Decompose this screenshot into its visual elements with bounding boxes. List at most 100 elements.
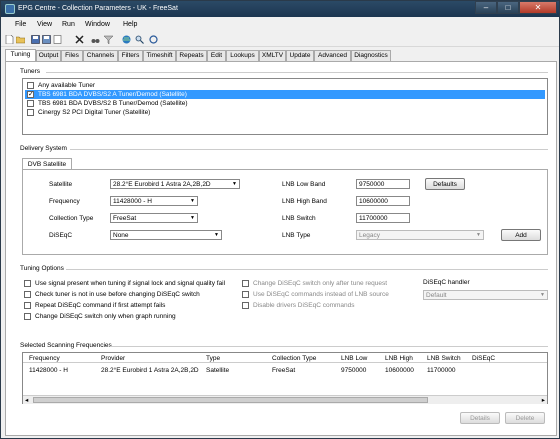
checkbox[interactable] (24, 280, 31, 287)
collection-type-select[interactable]: FreeSat ▼ (110, 213, 198, 223)
column-header[interactable]: LNB Low (341, 355, 367, 362)
title-bar[interactable]: EPG Centre - Collection Parameters - UK … (1, 1, 559, 17)
toolbar (1, 33, 559, 47)
checkbox[interactable] (242, 291, 249, 298)
tab-tuning[interactable]: Tuning (5, 49, 36, 61)
chevron-down-icon: ▼ (232, 181, 237, 187)
search-icon[interactable] (135, 35, 144, 44)
table-cell: 11700000 (427, 367, 456, 374)
scanning-table: Frequency Provider Type Collection Type … (22, 352, 548, 404)
lnb-switch-input[interactable]: 11700000 (356, 213, 410, 223)
tuner-item-selected[interactable]: TBS 6981 BDA DVBS/S2 A Tuner/Demod (Sate… (25, 90, 545, 99)
satellite-select[interactable]: 28.2°E Eurobird 1 Astra 2A,2B,2D ▼ (110, 179, 240, 189)
tuner-checkbox[interactable] (27, 82, 34, 89)
column-header[interactable]: Frequency (29, 355, 60, 362)
delivery-divider (70, 149, 548, 150)
refresh-icon[interactable] (149, 35, 158, 44)
globe-icon[interactable] (122, 35, 131, 44)
tuner-checkbox[interactable] (27, 109, 34, 116)
tab-advanced[interactable]: Advanced (314, 50, 351, 61)
defaults-button[interactable]: Defaults (425, 178, 465, 190)
scanning-divider (110, 346, 548, 347)
tab-output[interactable]: Output (36, 50, 61, 61)
tuner-item[interactable]: Any available Tuner (25, 81, 545, 90)
tab-lookups[interactable]: Lookups (226, 50, 259, 61)
menu-help[interactable]: Help (123, 21, 137, 28)
page-icon[interactable] (53, 35, 62, 44)
tuner-item[interactable]: Cinergy S2 PCI Digital Tuner (Satellite) (25, 108, 545, 117)
table-header: Frequency Provider Type Collection Type … (23, 353, 547, 363)
diseqc-select[interactable]: None ▼ (110, 230, 222, 240)
opt-label: Repeat DiSEqC command if first attempt f… (35, 302, 166, 309)
frequency-select[interactable]: 11428000 - H ▼ (110, 196, 198, 206)
lnb-high-label: LNB High Band (282, 198, 327, 205)
checkbox[interactable] (242, 302, 249, 309)
opt-label: Change DiSEqC switch only after tune req… (253, 280, 388, 287)
lnb-type-select[interactable]: Legacy ▼ (356, 230, 484, 240)
add-button[interactable]: Add (501, 229, 541, 241)
lnb-low-label: LNB Low Band (282, 181, 326, 188)
delete-icon[interactable] (75, 35, 84, 44)
details-button[interactable]: Details (460, 412, 500, 424)
save-as-icon[interactable] (42, 35, 51, 44)
tuning-options-divider (66, 269, 548, 270)
dvb-satellite-panel: Satellite 28.2°E Eurobird 1 Astra 2A,2B,… (22, 169, 548, 255)
tab-channels[interactable]: Channels (83, 50, 118, 61)
save-icon[interactable] (31, 35, 40, 44)
new-file-icon[interactable] (5, 35, 14, 44)
menu-window[interactable]: Window (85, 21, 110, 28)
tuner-label: Cinergy S2 PCI Digital Tuner (Satellite) (38, 109, 151, 116)
delivery-label: Delivery System (20, 145, 67, 152)
delete-button[interactable]: Delete (505, 412, 545, 424)
main-tabs: Tuning Output Files Channels Filters Tim… (5, 49, 557, 61)
scroll-left-icon[interactable]: ◂ (25, 396, 28, 404)
lnb-low-input[interactable]: 9750000 (356, 179, 410, 189)
tab-repeats[interactable]: Repeats (176, 50, 207, 61)
tuner-list[interactable]: Any available Tuner TBS 6981 BDA DVBS/S2… (22, 78, 548, 135)
table-cell: 11428000 - H (29, 367, 68, 374)
column-header[interactable]: LNB Switch (427, 355, 461, 362)
tab-diagnostics[interactable]: Diagnostics (351, 50, 391, 61)
table-row[interactable]: 11428000 - H 28.2°E Eurobird 1 Astra 2A,… (23, 365, 547, 375)
tuner-checkbox[interactable] (27, 100, 34, 107)
tab-update[interactable]: Update (286, 50, 314, 61)
column-header[interactable]: Provider (101, 355, 125, 362)
minimize-button[interactable]: – (475, 1, 497, 14)
maximize-button[interactable]: □ (497, 1, 519, 14)
frequency-label: Frequency (49, 198, 80, 205)
tuner-checkbox[interactable] (27, 90, 34, 99)
tuning-options-label: Tuning Options (20, 265, 64, 272)
lnb-high-input[interactable]: 10600000 (356, 196, 410, 206)
column-header[interactable]: DiSEqC (472, 355, 495, 362)
tab-timeshift[interactable]: Timeshift (143, 50, 176, 61)
opt-label: Change DiSEqC switch only when graph run… (35, 313, 176, 320)
app-icon (5, 4, 15, 14)
close-button[interactable]: ✕ (519, 1, 557, 14)
checkbox[interactable] (24, 302, 31, 309)
tuner-label: Any available Tuner (38, 82, 96, 89)
binoculars-icon[interactable] (91, 35, 100, 44)
column-header[interactable]: Collection Type (272, 355, 316, 362)
column-header[interactable]: Type (206, 355, 220, 362)
open-folder-icon[interactable] (16, 35, 25, 44)
horizontal-scrollbar[interactable]: ◂ ▸ (23, 395, 547, 404)
tuner-item[interactable]: TBS 6981 BDA DVBS/S2 B Tuner/Demod (Sate… (25, 99, 545, 108)
tuning-page: Tuners Any available Tuner TBS 6981 BDA … (5, 61, 557, 436)
tab-files[interactable]: Files (61, 50, 83, 61)
menu-file[interactable]: File (15, 21, 26, 28)
checkbox[interactable] (242, 280, 249, 287)
scroll-right-icon[interactable]: ▸ (542, 396, 545, 404)
filter-icon[interactable] (104, 35, 113, 44)
checkbox[interactable] (24, 291, 31, 298)
diseqc-value: None (113, 232, 129, 239)
opt-label: Disable drivers DiSEqC commands (253, 302, 355, 309)
checkbox[interactable] (24, 313, 31, 320)
scrollbar-thumb[interactable] (33, 397, 428, 403)
column-header[interactable]: LNB High (385, 355, 413, 362)
diseqc-handler-select[interactable]: Default ▼ (423, 290, 548, 300)
tab-xmltv[interactable]: XMLTV (259, 50, 286, 61)
menu-run[interactable]: Run (62, 21, 75, 28)
menu-view[interactable]: View (37, 21, 52, 28)
tab-filters[interactable]: Filters (118, 50, 143, 61)
tab-edit[interactable]: Edit (207, 50, 226, 61)
